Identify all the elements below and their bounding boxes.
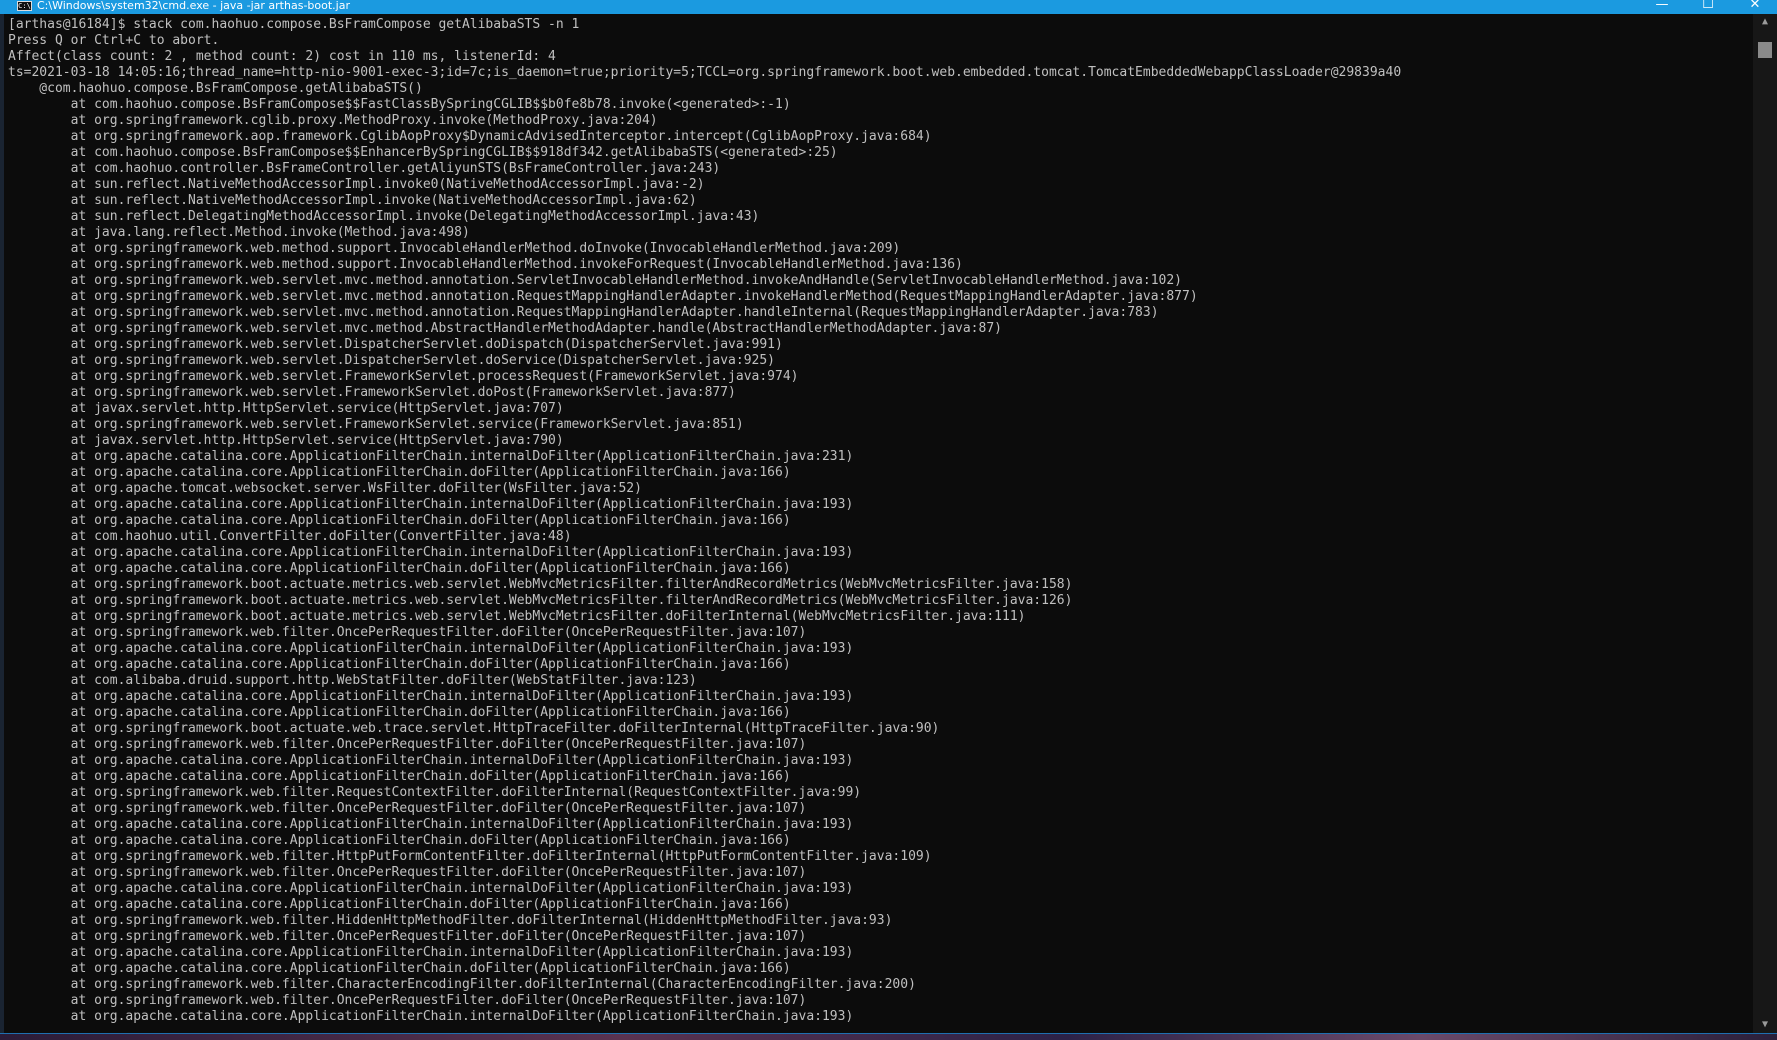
- console-line: at javax.servlet.http.HttpServlet.servic…: [8, 401, 564, 416]
- console-line: at com.haohuo.compose.BsFramCompose$$Enh…: [8, 145, 838, 160]
- console-line: at javax.servlet.http.HttpServlet.servic…: [8, 433, 564, 448]
- console-line: at org.springframework.web.filter.OncePe…: [8, 993, 807, 1008]
- window-title: C:\Windows\system32\cmd.exe - java -jar …: [37, 0, 350, 12]
- console-line: at com.haohuo.util.ConvertFilter.doFilte…: [8, 529, 572, 544]
- console-line: at org.apache.catalina.core.ApplicationF…: [8, 945, 854, 960]
- cmd-icon: C:\: [17, 1, 32, 11]
- console-line: at org.springframework.web.filter.OncePe…: [8, 625, 807, 640]
- console-line: at org.apache.catalina.core.ApplicationF…: [8, 561, 791, 576]
- console-line: at org.apache.catalina.core.ApplicationF…: [8, 657, 791, 672]
- console-line: at org.apache.catalina.core.ApplicationF…: [8, 689, 854, 704]
- console-line: at org.apache.catalina.core.ApplicationF…: [8, 641, 854, 656]
- console-line: at org.apache.catalina.core.ApplicationF…: [8, 753, 854, 768]
- console-line: at sun.reflect.DelegatingMethodAccessorI…: [8, 209, 760, 224]
- console-line: at com.haohuo.compose.BsFramCompose$$Fas…: [8, 97, 791, 112]
- console-line: Press Q or Ctrl+C to abort.: [8, 33, 220, 48]
- console-line: at org.springframework.web.filter.HttpPu…: [8, 849, 932, 864]
- console-line: at org.springframework.web.filter.OncePe…: [8, 865, 807, 880]
- close-button[interactable]: ✕: [1733, 0, 1777, 12]
- console-line: at org.springframework.boot.actuate.web.…: [8, 721, 940, 736]
- minimize-button[interactable]: —: [1640, 0, 1684, 12]
- cmd-window: C:\ C:\Windows\system32\cmd.exe - java -…: [0, 0, 1777, 1033]
- console-line: at org.springframework.web.filter.OncePe…: [8, 929, 807, 944]
- console-line: at org.springframework.web.filter.OncePe…: [8, 801, 807, 816]
- console-line: at org.apache.catalina.core.ApplicationF…: [8, 769, 791, 784]
- console-line: at java.lang.reflect.Method.invoke(Metho…: [8, 225, 470, 240]
- console-line: at org.apache.catalina.core.ApplicationF…: [8, 833, 791, 848]
- console-line: at sun.reflect.NativeMethodAccessorImpl.…: [8, 177, 705, 192]
- console-line: at org.springframework.web.filter.Hidden…: [8, 913, 893, 928]
- console-line: at org.springframework.web.servlet.mvc.m…: [8, 305, 1159, 320]
- console-line: at org.apache.catalina.core.ApplicationF…: [8, 513, 791, 528]
- console-line: at org.springframework.boot.actuate.metr…: [8, 593, 1073, 608]
- console-line: at org.apache.catalina.core.ApplicationF…: [8, 1009, 854, 1024]
- console-line: at org.springframework.cglib.proxy.Metho…: [8, 113, 658, 128]
- console-line: [arthas@16184]$ stack com.haohuo.compose…: [8, 17, 580, 32]
- console-line: at org.springframework.web.servlet.mvc.m…: [8, 289, 1198, 304]
- console-line: at sun.reflect.NativeMethodAccessorImpl.…: [8, 193, 697, 208]
- console-line: at org.springframework.web.servlet.Frame…: [8, 417, 744, 432]
- console-line: at org.apache.tomcat.websocket.server.Ws…: [8, 481, 642, 496]
- console-line: at org.springframework.web.filter.OncePe…: [8, 737, 807, 752]
- console-line: ts=2021-03-18 14:05:16;thread_name=http-…: [8, 65, 1402, 80]
- scroll-down-arrow-icon[interactable]: ▼: [1753, 1017, 1777, 1033]
- console-line: at org.springframework.web.servlet.Dispa…: [8, 337, 783, 352]
- console-line: at org.apache.catalina.core.ApplicationF…: [8, 961, 791, 976]
- console-line: at org.springframework.web.servlet.Frame…: [8, 385, 736, 400]
- console-line: at org.springframework.web.servlet.mvc.m…: [8, 321, 1002, 336]
- console-line: at org.springframework.web.servlet.mvc.m…: [8, 273, 1182, 288]
- console-line: Affect(class count: 2 , method count: 2)…: [8, 49, 556, 64]
- console-line: at org.springframework.web.method.suppor…: [8, 257, 963, 272]
- console-line: at org.apache.catalina.core.ApplicationF…: [8, 881, 854, 896]
- console-line: at org.apache.catalina.core.ApplicationF…: [8, 449, 854, 464]
- console-line: at com.haohuo.controller.BsFrameControll…: [8, 161, 721, 176]
- console-line: at org.springframework.boot.actuate.metr…: [8, 609, 1026, 624]
- console-line: at org.springframework.aop.framework.Cgl…: [8, 129, 932, 144]
- console-line: at org.apache.catalina.core.ApplicationF…: [8, 465, 791, 480]
- console-line: at org.apache.catalina.core.ApplicationF…: [8, 705, 791, 720]
- vertical-scrollbar[interactable]: ▲ ▼: [1753, 14, 1777, 1033]
- maximize-button[interactable]: ☐: [1686, 0, 1730, 12]
- title-bar[interactable]: C:\ C:\Windows\system32\cmd.exe - java -…: [0, 0, 1777, 14]
- scroll-up-arrow-icon[interactable]: ▲: [1753, 14, 1777, 30]
- scrollbar-thumb[interactable]: [1758, 42, 1772, 58]
- console-line: at org.apache.catalina.core.ApplicationF…: [8, 817, 854, 832]
- console-line: at org.springframework.boot.actuate.metr…: [8, 577, 1073, 592]
- console-line: at org.springframework.web.servlet.Frame…: [8, 369, 799, 384]
- console-line: at org.springframework.web.filter.Charac…: [8, 977, 916, 992]
- console-line: at org.apache.catalina.core.ApplicationF…: [8, 497, 854, 512]
- console-line: at org.apache.catalina.core.ApplicationF…: [8, 545, 854, 560]
- console-line: at org.springframework.web.servlet.Dispa…: [8, 353, 776, 368]
- console-line: at org.springframework.web.filter.Reques…: [8, 785, 862, 800]
- console-line: @com.haohuo.compose.BsFramCompose.getAli…: [8, 81, 423, 96]
- console-line: at org.apache.catalina.core.ApplicationF…: [8, 897, 791, 912]
- console-output[interactable]: [arthas@16184]$ stack com.haohuo.compose…: [8, 17, 1748, 1029]
- window-left-edge: [0, 14, 4, 1033]
- console-line: at org.springframework.web.method.suppor…: [8, 241, 901, 256]
- console-line: at com.alibaba.druid.support.http.WebSta…: [8, 673, 697, 688]
